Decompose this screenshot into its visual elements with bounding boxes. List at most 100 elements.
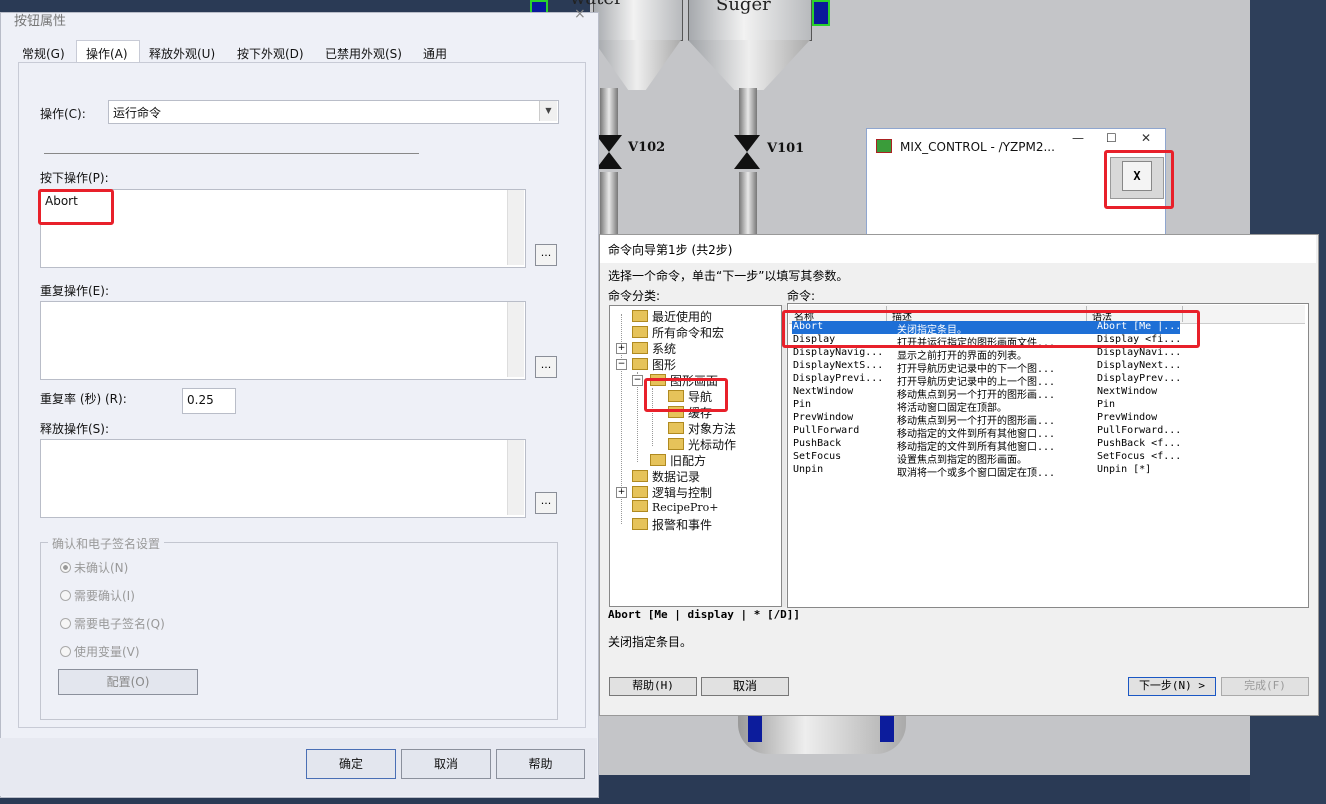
repeat-scrollbar[interactable] xyxy=(507,302,524,377)
highlight-box-navigation xyxy=(644,378,728,412)
minimize-icon[interactable]: — xyxy=(1072,131,1084,145)
press-scrollbar[interactable] xyxy=(507,190,524,265)
pipe-water xyxy=(600,88,618,135)
tab-press-appearance[interactable]: 按下外观(D) xyxy=(237,45,304,62)
wizard-next-button[interactable]: 下一步(N) > xyxy=(1128,677,1216,696)
tree-item-recipepro[interactable]: RecipePro+ xyxy=(632,500,719,514)
radio-use-variable[interactable]: 使用变量(V) xyxy=(60,643,140,660)
tree-item-data-log[interactable]: 数据记录 xyxy=(632,468,700,485)
release-scrollbar[interactable] xyxy=(507,440,524,515)
command-desc: 打开导航历史记录中的上一个图... xyxy=(897,377,1056,386)
command-row[interactable]: SetFocus 设置焦点到指定的图形画面。 SetFocus <f... xyxy=(793,451,1185,464)
radio-require-signature[interactable]: 需要电子签名(Q) xyxy=(60,615,165,632)
tab-common[interactable]: 通用 xyxy=(423,45,447,62)
wizard-cancel-button[interactable]: 取消 xyxy=(701,677,789,696)
cancel-button[interactable]: 取消 xyxy=(401,749,491,779)
press-browse-button[interactable]: ... xyxy=(535,244,557,266)
tab-disabled-appearance[interactable]: 已禁用外观(S) xyxy=(325,45,402,62)
command-desc: 移动指定的文件到所有其他窗口... xyxy=(897,442,1056,451)
tree-item-graphics[interactable]: 图形 xyxy=(632,356,676,373)
collapse-icon[interactable]: − xyxy=(632,375,643,386)
wizard-instruction: 选择一个命令，单击“下一步”以填写其参数。 xyxy=(608,269,849,283)
valve-v101-label: V101 xyxy=(767,141,805,156)
command-row[interactable]: PrevWindow 移动焦点到另一个打开的图形画... PrevWindow xyxy=(793,412,1185,425)
command-row[interactable]: PullForward 移动指定的文件到所有其他窗口... PullForward.… xyxy=(793,425,1185,438)
tree-item-system[interactable]: 系统 xyxy=(632,340,676,357)
pipe-water-lower xyxy=(600,172,618,234)
release-action-field[interactable] xyxy=(40,439,526,518)
valve-v101-icon[interactable] xyxy=(734,135,760,152)
action-select[interactable] xyxy=(108,100,559,124)
radio-label: 需要确认(I) xyxy=(74,589,135,603)
radio-no-confirm[interactable]: 未确认(N) xyxy=(60,559,128,576)
valve-v102-icon[interactable] xyxy=(596,135,622,152)
ok-button[interactable]: 确定 xyxy=(306,749,396,779)
tree-label: 数据记录 xyxy=(652,470,701,484)
chevron-down-icon[interactable]: ▼ xyxy=(539,101,557,121)
highlight-box-abort xyxy=(38,189,114,225)
dialog-title: 按钮属性 xyxy=(14,14,67,29)
repeat-rate-value: 0.25 xyxy=(187,393,214,407)
command-syntax: NextWindow xyxy=(1097,386,1158,397)
radio-label: 未确认(N) xyxy=(74,561,129,575)
repeat-action-field[interactable] xyxy=(40,301,526,380)
tree-label: 逻辑与控制 xyxy=(652,486,713,500)
tree-label: 报警和事件 xyxy=(652,518,713,532)
tab-general[interactable]: 常规(G) xyxy=(22,45,65,62)
command-row[interactable]: DisplayNavig... 显示之前打开的界面的列表。 DisplayNavi.… xyxy=(793,347,1185,360)
command-syntax: SetFocus <f... xyxy=(1097,451,1182,462)
collapse-icon[interactable]: − xyxy=(616,359,627,370)
repeat-browse-button[interactable]: ... xyxy=(535,356,557,378)
folder-icon xyxy=(632,326,648,338)
radio-label: 需要电子签名(Q) xyxy=(74,617,165,631)
command-syntax: DisplayPrev... xyxy=(1097,373,1182,384)
command-row[interactable]: Pin 将活动窗口固定在顶部。 Pin xyxy=(793,399,1185,412)
folder-icon xyxy=(632,486,648,498)
tab-release-appearance[interactable]: 释放外观(U) xyxy=(149,45,215,62)
command-name: DisplayPrevi... xyxy=(793,373,884,384)
command-row[interactable]: DisplayPrevi... 打开导航历史记录中的上一个图... DisplayP… xyxy=(793,373,1185,386)
press-action-label: 按下操作(P): xyxy=(40,171,109,185)
wizard-finish-button[interactable]: 完成(F) xyxy=(1221,677,1309,696)
close-icon[interactable]: × xyxy=(574,6,586,22)
expand-icon[interactable]: + xyxy=(616,343,627,354)
radio-dot-icon xyxy=(60,646,71,657)
tree-item-all[interactable]: 所有命令和宏 xyxy=(632,324,724,341)
mixer-level-right xyxy=(880,714,894,742)
radio-label: 使用变量(V) xyxy=(74,645,140,659)
folder-icon xyxy=(632,358,648,370)
command-name: DisplayNavig... xyxy=(793,347,884,358)
tree-item-object-methods[interactable]: 对象方法 xyxy=(668,420,736,437)
maximize-icon[interactable]: ☐ xyxy=(1106,131,1117,145)
description-text: 关闭指定条目。 xyxy=(608,635,693,649)
radio-dot-icon xyxy=(60,590,71,601)
command-desc: 将活动窗口固定在顶部。 xyxy=(897,403,1007,412)
radio-require-confirm[interactable]: 需要确认(I) xyxy=(60,587,135,604)
folder-icon xyxy=(650,454,666,466)
tank-suger-label: Suger xyxy=(716,0,771,15)
expand-icon[interactable]: + xyxy=(616,487,627,498)
command-row[interactable]: NextWindow 移动焦点到另一个打开的图形画... NextWindow xyxy=(793,386,1185,399)
tree-item-recent[interactable]: 最近使用的 xyxy=(632,308,712,325)
release-browse-button[interactable]: ... xyxy=(535,492,557,514)
tree-item-cursor-actions[interactable]: 光标动作 xyxy=(668,436,736,453)
command-row[interactable]: DisplayNextS... 打开导航历史记录中的下一个图... DisplayN… xyxy=(793,360,1185,373)
splitter[interactable] xyxy=(782,305,786,607)
tree-item-logic-control[interactable]: 逻辑与控制 xyxy=(632,484,712,501)
command-row[interactable]: Unpin 取消将一个或多个窗口固定在顶... Unpin [*] xyxy=(793,464,1185,477)
close-icon[interactable]: ✕ xyxy=(1141,131,1151,145)
command-name: PushBack xyxy=(793,438,842,449)
valve-v102-lower-icon xyxy=(596,152,622,169)
repeat-rate-label: 重复率 (秒) (R): xyxy=(40,392,127,406)
tree-item-alarms[interactable]: 报警和事件 xyxy=(632,516,712,533)
command-label: 命令: xyxy=(787,289,816,303)
tab-action[interactable]: 操作(A) xyxy=(86,45,128,62)
command-syntax: PullForward... xyxy=(1097,425,1182,436)
valve-v101-lower-icon xyxy=(734,152,760,169)
command-syntax: DisplayNavi... xyxy=(1097,347,1182,358)
wizard-help-button[interactable]: 帮助(H) xyxy=(609,677,697,696)
command-row[interactable]: PushBack 移动指定的文件到所有其他窗口... PushBack <f... xyxy=(793,438,1185,451)
help-button[interactable]: 帮助 xyxy=(496,749,585,779)
config-button[interactable]: 配置(O) xyxy=(58,669,198,695)
tree-item-old-recipe[interactable]: 旧配方 xyxy=(650,452,706,469)
